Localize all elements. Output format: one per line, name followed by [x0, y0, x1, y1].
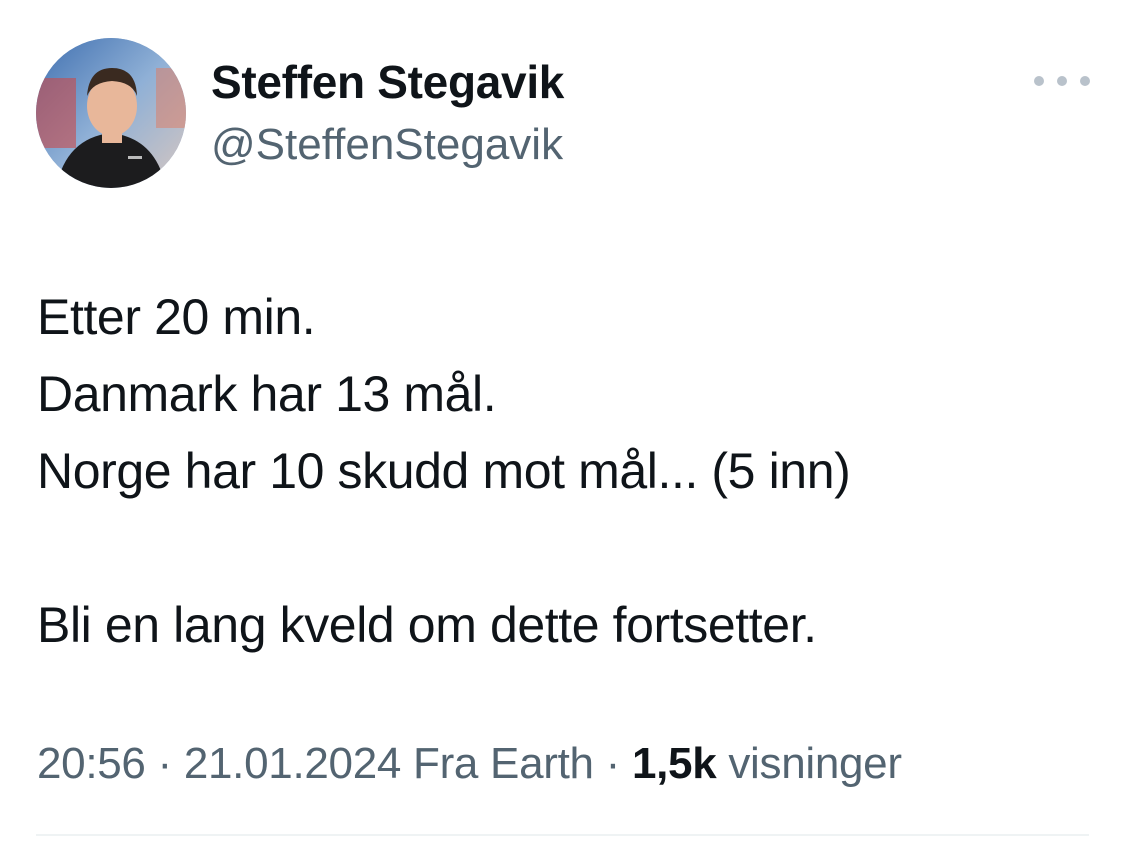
meta-separator: · — [605, 739, 621, 788]
tweet-line: Bli en lang kveld om dette fortsetter. — [37, 597, 817, 653]
tweet-date[interactable]: 21.01.2024 — [184, 739, 402, 788]
views-label: visninger — [728, 739, 902, 788]
more-horizontal-icon — [1080, 76, 1090, 86]
tweet-line: Danmark har 13 mål. — [37, 366, 497, 422]
more-horizontal-icon — [1057, 76, 1067, 86]
meta-separator: · — [157, 739, 173, 788]
divider — [36, 834, 1089, 836]
more-horizontal-icon — [1034, 76, 1044, 86]
tweet-meta: 20:56 · 21.01.2024 Fra Earth · 1,5k visn… — [37, 738, 902, 790]
tweet-text: Etter 20 min. Danmark har 13 mål. Norge … — [37, 279, 1087, 664]
tweet-line: Etter 20 min. — [37, 289, 316, 345]
views-count: 1,5k — [631, 739, 717, 788]
avatar[interactable] — [36, 38, 186, 188]
user-handle[interactable]: @SteffenStegavik — [211, 120, 563, 170]
tweet-line: Norge har 10 skudd mot mål... (5 inn) — [37, 443, 851, 499]
tweet-time[interactable]: 20:56 — [37, 739, 146, 788]
tweet-source: Fra Earth — [413, 739, 594, 788]
display-name[interactable]: Steffen Stegavik — [211, 56, 564, 108]
avatar-photo — [36, 38, 186, 188]
more-options-button[interactable] — [1034, 66, 1090, 96]
